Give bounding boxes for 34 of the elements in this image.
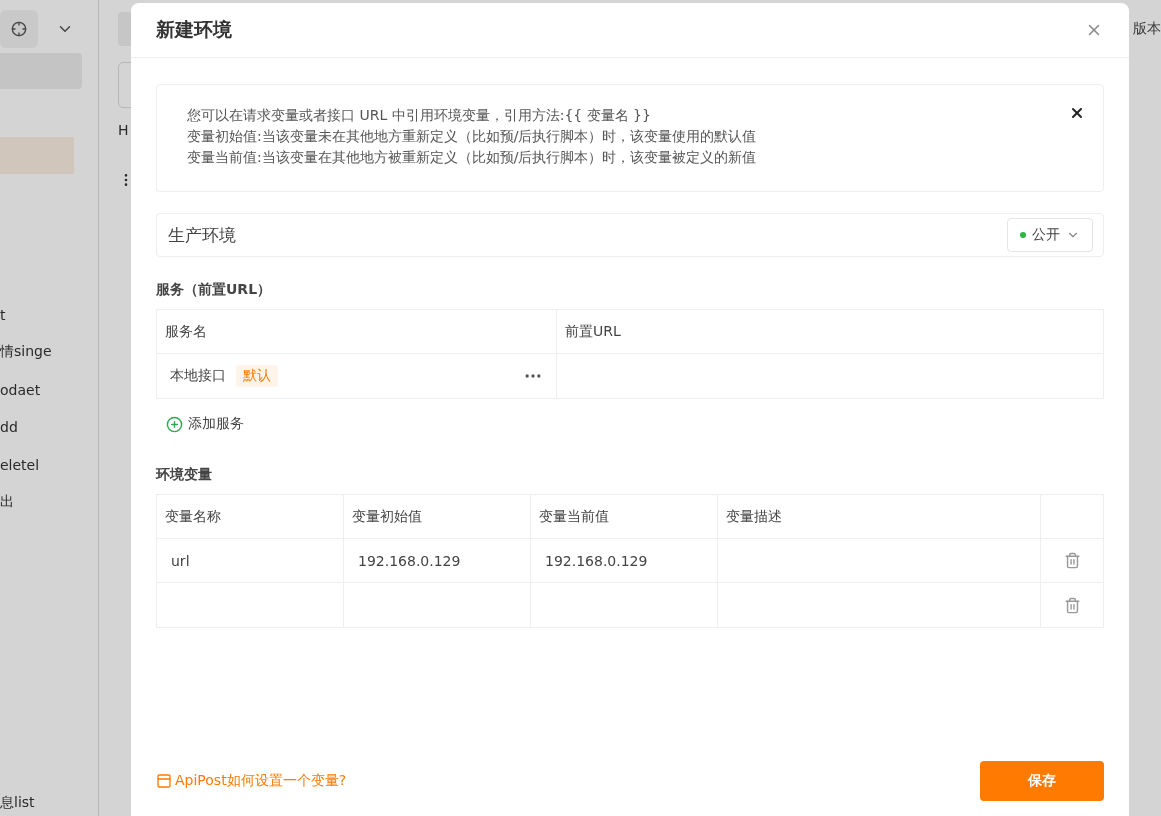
column-header: 前置URL [557, 310, 1103, 354]
default-tag: 默认 [236, 365, 278, 387]
sidebar-item[interactable]: 情singe [0, 333, 98, 371]
table-cell[interactable]: 192.168.0.129 [531, 539, 718, 583]
column-header: 变量名称 [157, 495, 344, 539]
delete-icon[interactable] [1063, 596, 1081, 614]
dialog-title: 新建环境 [156, 17, 232, 42]
column-header: 变量初始值 [344, 495, 531, 539]
add-icon [166, 415, 183, 433]
column-header: 变量描述 [718, 495, 1041, 539]
sidebar-item[interactable]: t [0, 296, 98, 334]
section-title: 环境变量 [156, 466, 213, 484]
column-header: 变量当前值 [531, 495, 718, 539]
table-cell[interactable]: 192.168.0.129 [344, 539, 531, 583]
visibility-dropdown[interactable]: 公开 [1007, 218, 1093, 252]
table-cell[interactable]: url [157, 539, 344, 583]
window-icon [156, 773, 172, 789]
notice-text: 您可以在请求变量或者接口 URL 中引用环境变量，引用方法:{{ 变量名 }} [187, 106, 652, 125]
sidebar-item[interactable]: dd [0, 408, 98, 446]
close-icon[interactable] [1069, 105, 1085, 121]
sidebar-item[interactable]: odaet [0, 371, 98, 409]
sidebar-item[interactable]: eletel [0, 446, 98, 484]
sidebar-item[interactable]: 息list [0, 794, 98, 816]
column-header: 服务名 [157, 310, 557, 354]
add-service-button[interactable]: 添加服务 [156, 415, 244, 433]
locate-icon[interactable] [0, 10, 38, 48]
name-field[interactable]: 生产环境 公开 [156, 213, 1104, 257]
column-header: 版本 [1133, 20, 1161, 38]
delete-icon[interactable] [1063, 552, 1081, 569]
section-title: 服务（前置URL） [156, 281, 273, 299]
sidebar-item[interactable]: 出 [0, 483, 98, 521]
notice-text: 变量当前值:当该变量在其他地方被重新定义（比如预/后执行脚本）时，该变量被定义的新值 [187, 148, 757, 167]
notice-text: 变量初始值:当该变量未在其他地方重新定义（比如预/后执行脚本）时，该变量使用的默认值 [187, 127, 757, 146]
service-name: 本地接口 [170, 367, 226, 385]
